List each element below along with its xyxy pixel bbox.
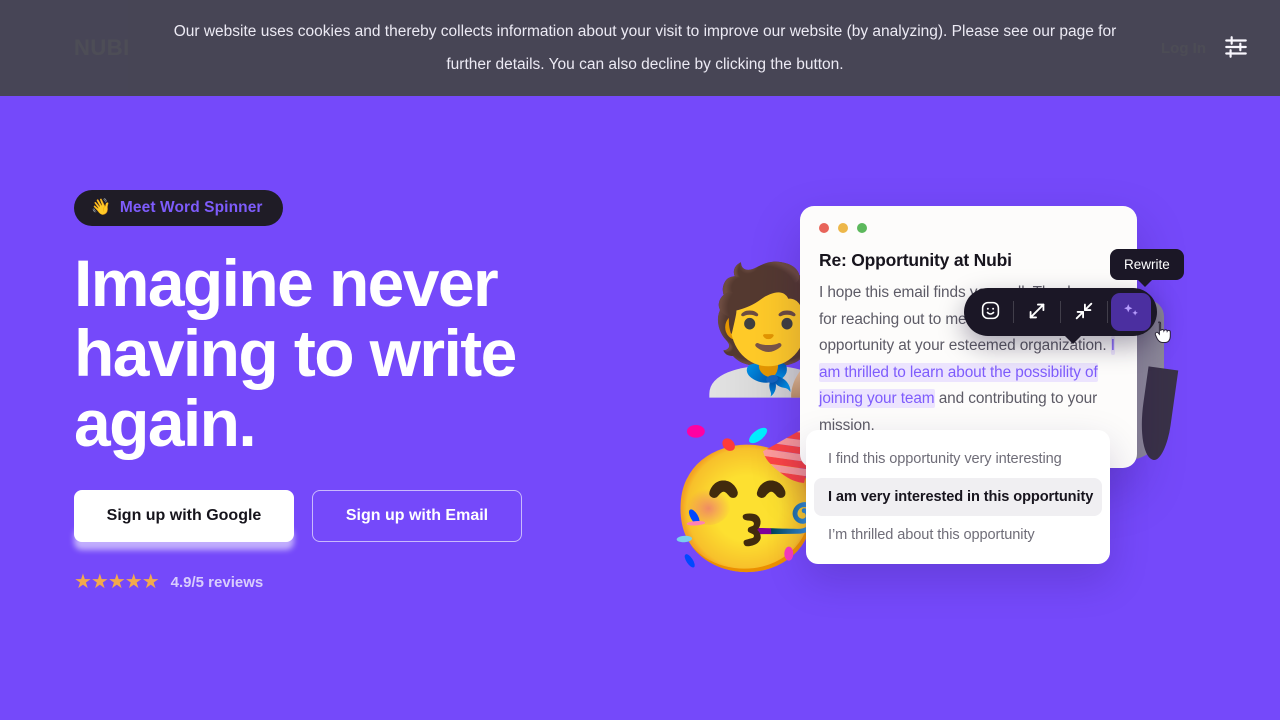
tone-emoji-button[interactable] (970, 293, 1010, 331)
window-traffic-lights (800, 206, 1137, 233)
sliders-settings-icon (1223, 34, 1249, 63)
emoji-tone-icon (980, 300, 1001, 324)
list-item[interactable]: I am very interested in this opportunity (814, 478, 1102, 516)
cta-button-row: Sign up with Google Sign up with Email (74, 490, 634, 550)
toolbar-separator (1107, 301, 1108, 323)
cookie-settings-button[interactable] (1214, 26, 1258, 70)
window-maximize-dot[interactable] (857, 223, 867, 233)
cookie-banner-message: Our website uses cookies and thereby col… (173, 23, 1117, 73)
toolbar-separator (1060, 301, 1061, 323)
signup-email-button[interactable]: Sign up with Email (312, 490, 522, 542)
rating-block: ★★★★★ 4.9/5 reviews (74, 572, 634, 592)
window-minimize-dot[interactable] (838, 223, 848, 233)
list-item[interactable]: I find this opportunity very interesting (814, 440, 1102, 478)
google-signup-wrapper: Sign up with Google (74, 490, 294, 550)
star-rating-icon: ★★★★★ (74, 571, 160, 593)
rewrite-sparkles-button[interactable] (1111, 293, 1151, 331)
ai-rewrite-toolbar (964, 288, 1157, 344)
shrink-arrows-icon (1073, 300, 1095, 325)
rewrite-suggestions-popup: I find this opportunity very interesting… (806, 430, 1110, 564)
window-close-dot[interactable] (819, 223, 829, 233)
hero-badge-label: Meet Word Spinner (119, 199, 263, 216)
make-shorter-button[interactable] (1064, 293, 1104, 331)
cookie-consent-banner: Our website uses cookies and thereby col… (0, 0, 1280, 96)
page-title: Imagine never having to write again. (74, 246, 517, 460)
email-preview-card: Re: Opportunity at Nubi I hope this emai… (800, 206, 1137, 468)
expand-arrows-icon (1026, 300, 1048, 325)
rewrite-tooltip: Rewrite (1110, 249, 1184, 287)
toolbar-separator (1013, 301, 1014, 323)
make-longer-button[interactable] (1017, 293, 1057, 331)
rating-text: 4.9/5 reviews (170, 573, 264, 591)
hero-badge[interactable]: 👋 Meet Word Spinner (74, 190, 283, 226)
list-item[interactable]: I’m thrilled about this opportunity (814, 516, 1102, 554)
landing-page: NUBI Log In Our website uses cookies and… (0, 0, 1280, 720)
email-subject: Re: Opportunity at Nubi (819, 250, 1012, 270)
waving-hand-icon: 👋 (91, 199, 111, 216)
signup-google-button[interactable]: Sign up with Google (74, 490, 294, 542)
sparkles-icon (1120, 300, 1142, 325)
hero-section: 👋 Meet Word Spinner Imagine never having… (74, 190, 634, 592)
